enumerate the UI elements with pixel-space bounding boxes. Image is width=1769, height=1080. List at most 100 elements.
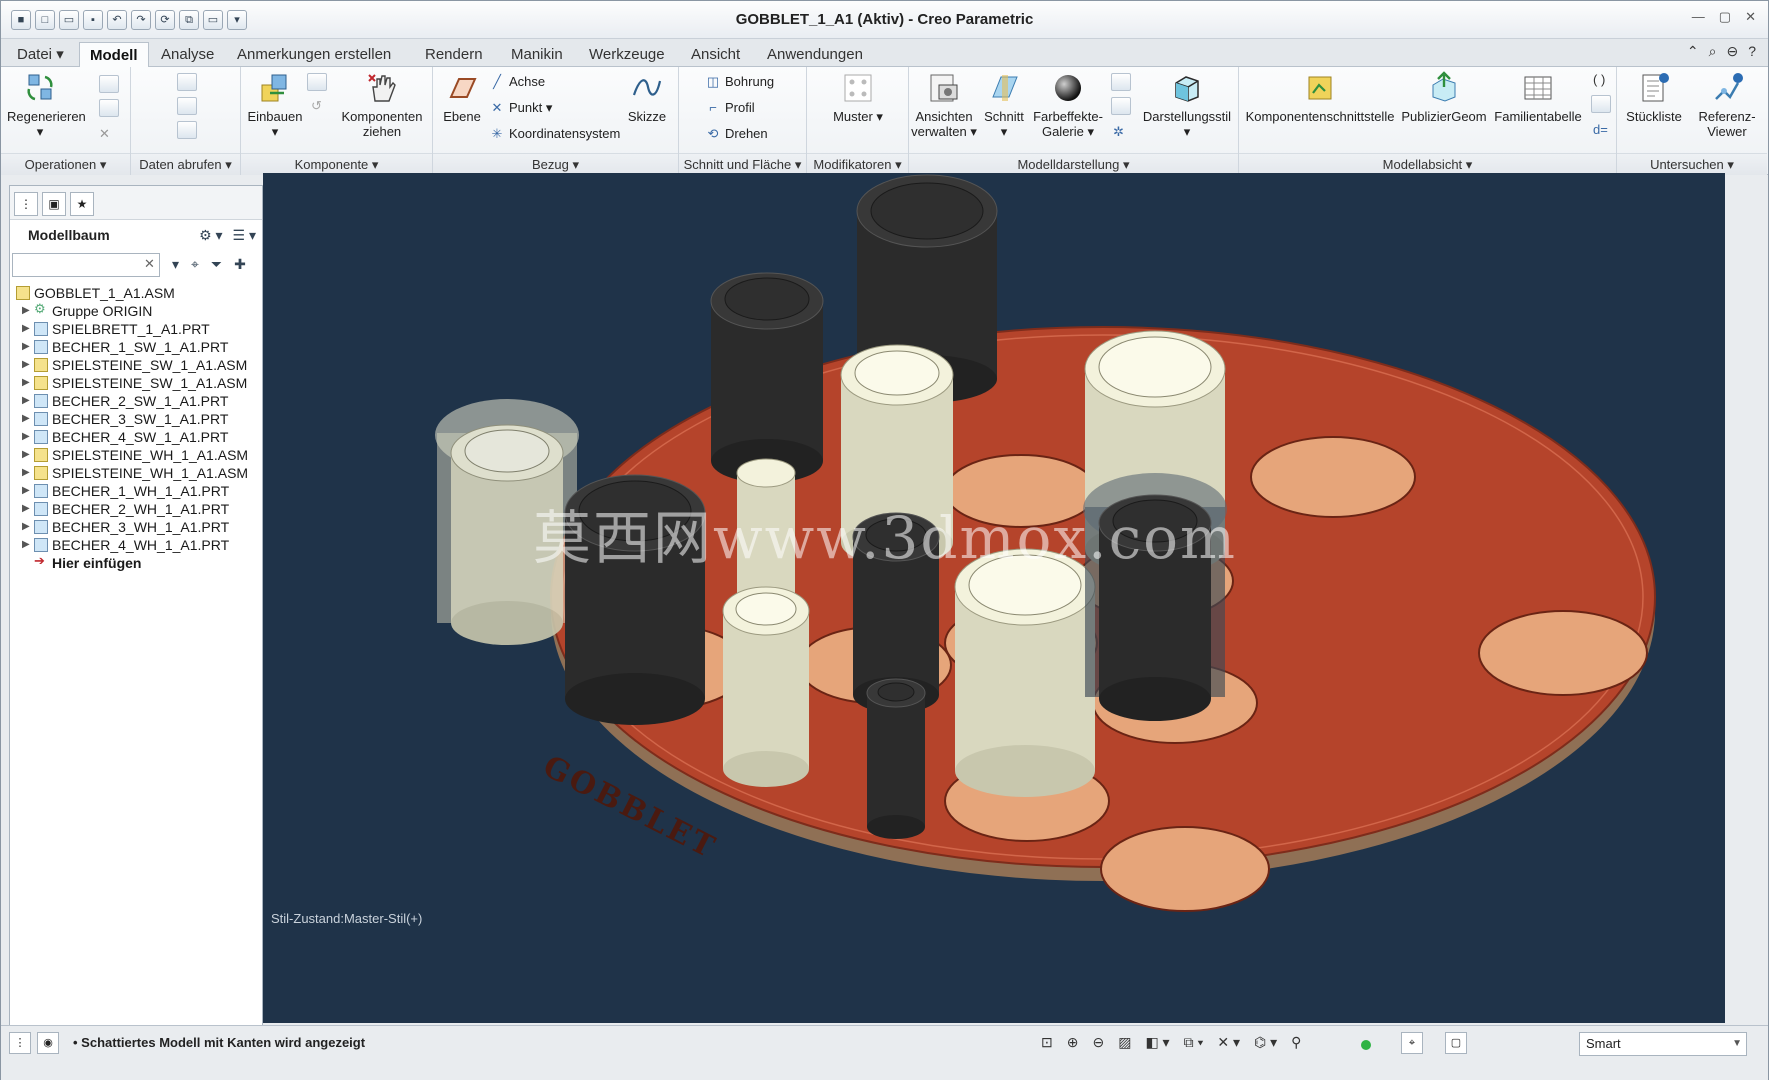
schnitt-button[interactable]: Schnitt ▾	[979, 71, 1029, 139]
tree-item-insert-here[interactable]: ➔ Hier einfügen	[10, 554, 262, 572]
annotation-display-icon[interactable]: ⌬ ▾	[1254, 1034, 1277, 1051]
komponentenschnittstelle-button[interactable]: Komponentenschnittstelle	[1245, 71, 1395, 124]
relations-icon[interactable]: ( )	[1593, 69, 1605, 91]
tab-manikin[interactable]: Manikin	[501, 42, 573, 67]
tree-item[interactable]: ▶ BECHER_4_SW_1_A1.PRT	[10, 428, 262, 446]
expand-icon[interactable]: ▶	[22, 338, 30, 356]
piece-white-large-center[interactable]	[954, 548, 1096, 797]
group-label-untersuchen[interactable]: Untersuchen ▾	[1617, 153, 1767, 175]
tab-analyse[interactable]: Analyse	[151, 42, 224, 67]
perspective-icon[interactable]: ✲	[1113, 121, 1124, 143]
publiziergeom-button[interactable]: PublizierGeom	[1399, 71, 1489, 124]
bohrung-button[interactable]: ◫ Bohrung	[705, 71, 774, 93]
create-component-icon[interactable]	[307, 73, 327, 91]
layers-icon[interactable]	[1111, 73, 1131, 91]
toggle-navigator-icon[interactable]: ⋮	[9, 1032, 31, 1054]
expand-icon[interactable]: ▶	[22, 428, 30, 446]
minimize-button[interactable]: —	[1692, 9, 1705, 25]
show-columns-icon[interactable]: ☰ ▾	[233, 220, 256, 250]
expand-icon[interactable]: ▶	[22, 518, 30, 536]
group-label-modellabsicht[interactable]: Modellabsicht ▾	[1239, 153, 1616, 175]
find-binoculars-icon[interactable]: ⌖	[191, 256, 199, 273]
copy-geom-icon[interactable]	[177, 121, 197, 139]
einbauen-button[interactable]: Einbauen ▾	[245, 71, 305, 139]
punkt-button[interactable]: ✕ Punkt ▾	[489, 97, 553, 119]
referenz-viewer-button[interactable]: Referenz- Viewer	[1689, 71, 1765, 139]
group-label-daten-abrufen[interactable]: Daten abrufen ▾	[131, 153, 240, 175]
search-dropdown-icon[interactable]: ▾	[172, 256, 179, 273]
ansichten-verwalten-button[interactable]: Ansichten verwalten ▾	[911, 71, 977, 139]
model-tree-tab-icon[interactable]: ⋮	[14, 192, 38, 216]
skizze-button[interactable]: Skizze	[619, 71, 675, 124]
drehen-button[interactable]: ⟲ Drehen	[705, 123, 768, 145]
expand-icon[interactable]: ▶	[22, 410, 30, 428]
copy-icon[interactable]	[99, 75, 119, 93]
tree-item[interactable]: ▶ BECHER_1_WH_1_A1.PRT	[10, 482, 262, 500]
familientabelle-button[interactable]: Familientabelle	[1491, 71, 1585, 124]
achse-button[interactable]: ╱ Achse	[489, 71, 545, 93]
group-label-bezug[interactable]: Bezug ▾	[433, 153, 678, 175]
expand-icon[interactable]: ▶	[22, 446, 30, 464]
group-label-modelldarstellung[interactable]: Modelldarstellung ▾	[909, 153, 1238, 175]
add-column-icon[interactable]: ✚	[234, 256, 246, 273]
regenerieren-button[interactable]: Regenerieren ▾	[7, 71, 86, 139]
parameters-icon[interactable]	[1591, 95, 1611, 113]
refit-icon[interactable]: ⊡	[1041, 1034, 1053, 1051]
tree-item[interactable]: ▶ ⚙ Gruppe ORIGIN	[10, 302, 262, 320]
tree-item[interactable]: ▶ BECHER_3_SW_1_A1.PRT	[10, 410, 262, 428]
stueckliste-button[interactable]: Stückliste	[1621, 71, 1687, 124]
expand-icon[interactable]: ▶	[22, 392, 30, 410]
help-icon[interactable]: ?	[1748, 43, 1756, 60]
merge-icon[interactable]	[177, 97, 197, 115]
komponenten-ziehen-button[interactable]: Komponenten ziehen	[337, 71, 427, 139]
spin-center-icon[interactable]: ⚲	[1291, 1034, 1301, 1051]
tree-item[interactable]: ▶ BECHER_1_SW_1_A1.PRT	[10, 338, 262, 356]
tab-rendern[interactable]: Rendern	[415, 42, 493, 67]
folder-browser-tab-icon[interactable]: ▣	[42, 192, 66, 216]
community-icon[interactable]: ⊖	[1726, 43, 1738, 60]
muster-button[interactable]: Muster ▾	[821, 71, 895, 124]
select-box-icon[interactable]: ▢	[1445, 1032, 1467, 1054]
tree-item[interactable]: ▶ SPIELSTEINE_SW_1_A1.ASM	[10, 374, 262, 392]
tree-search-input[interactable]	[12, 253, 160, 277]
paste-icon[interactable]	[99, 99, 119, 117]
maximize-button[interactable]: ▢	[1719, 9, 1731, 25]
tree-item[interactable]: ▶ BECHER_2_WH_1_A1.PRT	[10, 500, 262, 518]
tab-datei[interactable]: Datei ▾	[7, 42, 74, 67]
collapse-ribbon-icon[interactable]: ⌃	[1687, 43, 1699, 60]
piece-black-medium[interactable]	[710, 272, 824, 483]
piece-white-medium[interactable]	[722, 586, 810, 787]
tree-item[interactable]: ▶ BECHER_2_SW_1_A1.PRT	[10, 392, 262, 410]
tree-item-root[interactable]: GOBBLET_1_A1.ASM	[10, 284, 262, 302]
group-label-operationen[interactable]: Operationen ▾	[1, 153, 130, 175]
tab-anwendungen[interactable]: Anwendungen	[757, 42, 873, 67]
koordinatensystem-button[interactable]: ✳ Koordinatensystem	[489, 123, 621, 145]
toggle-browser-icon[interactable]: ◉	[37, 1032, 59, 1054]
expand-icon[interactable]: ▶	[22, 500, 30, 518]
expand-icon[interactable]: ▶	[22, 536, 30, 554]
tree-item[interactable]: ▶ SPIELSTEINE_SW_1_A1.ASM	[10, 356, 262, 374]
equations-icon[interactable]: d=	[1593, 119, 1608, 141]
repaint-icon[interactable]: ▨	[1118, 1034, 1131, 1051]
clear-search-icon[interactable]: ✕	[144, 256, 155, 272]
farbeffekte-galerie-button[interactable]: Farbeffekte- Galerie ▾	[1029, 71, 1107, 139]
expand-icon[interactable]: ▶	[22, 320, 30, 338]
expand-icon[interactable]: ▶	[22, 302, 30, 320]
shrinkwrap-icon[interactable]	[177, 73, 197, 91]
tree-item[interactable]: ▶ SPIELSTEINE_WH_1_A1.ASM	[10, 464, 262, 482]
display-toggle-icon[interactable]	[1111, 97, 1131, 115]
search-icon[interactable]: ⌕	[1709, 43, 1717, 60]
datum-display-icon[interactable]: ✕ ▾	[1217, 1034, 1240, 1051]
expand-icon[interactable]: ▶	[22, 464, 30, 482]
tree-item[interactable]: ▶ BECHER_4_WH_1_A1.PRT	[10, 536, 262, 554]
piece-black-small[interactable]	[866, 678, 926, 839]
selection-filter-dropdown[interactable]: Smart ▼	[1579, 1032, 1747, 1056]
favorites-tab-icon[interactable]: ★	[70, 192, 94, 216]
view-manager-icon[interactable]: ⧉ ▾	[1184, 1034, 1204, 1051]
profil-button[interactable]: ⌐ Profil	[705, 97, 754, 119]
group-label-modifikatoren[interactable]: Modifikatoren ▾	[807, 153, 908, 175]
saved-orientations-icon[interactable]: ◧ ▾	[1145, 1034, 1169, 1051]
delete-icon[interactable]: ✕	[99, 123, 110, 145]
filter-icon[interactable]: ⏷	[211, 256, 222, 273]
group-label-komponente[interactable]: Komponente ▾	[241, 153, 432, 175]
